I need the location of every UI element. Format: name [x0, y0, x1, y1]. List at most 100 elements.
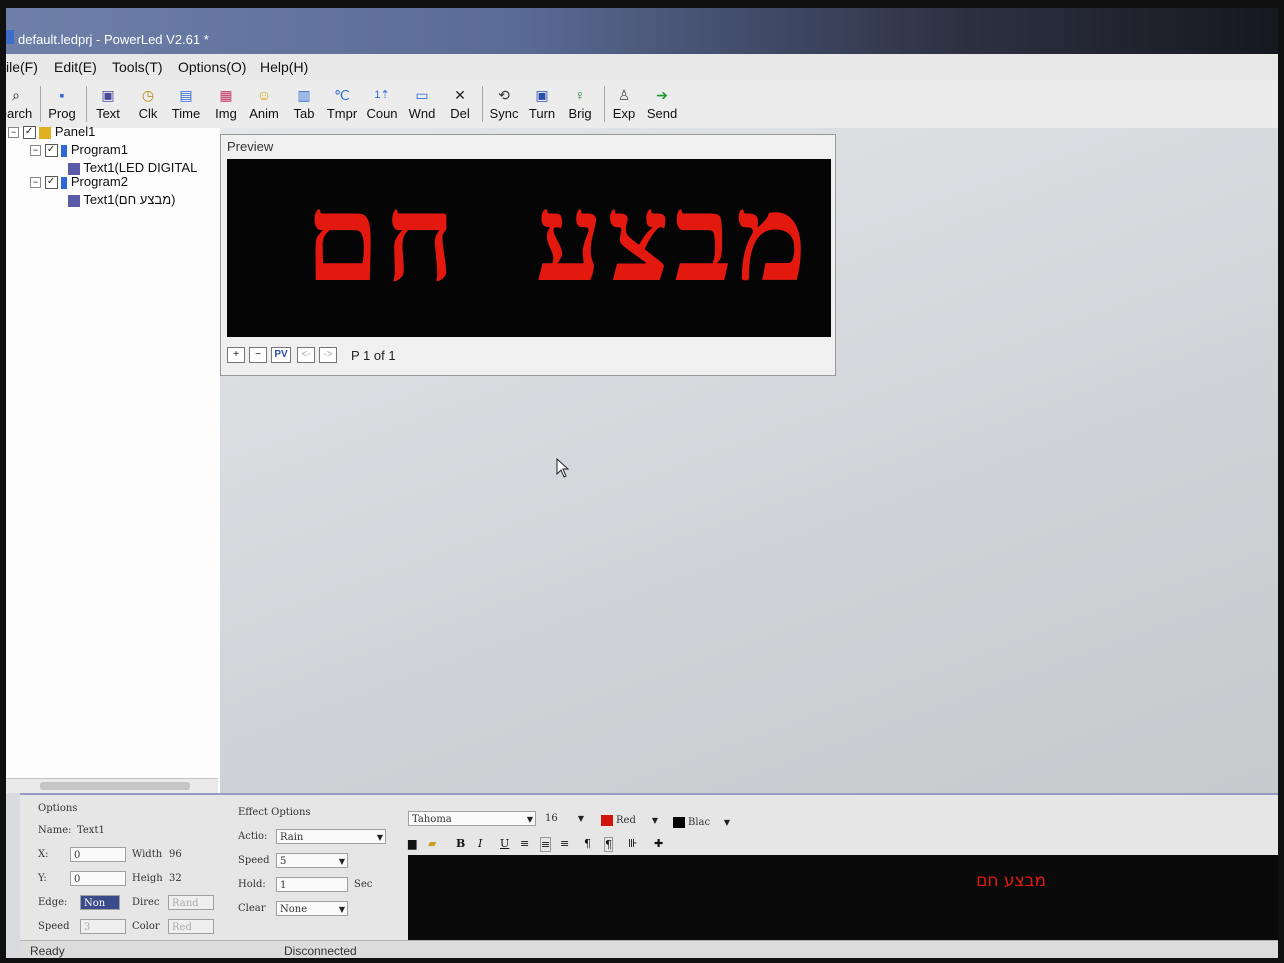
- search-icon: ⌕: [12, 87, 20, 103]
- animation-button[interactable]: ☺ Anim: [242, 80, 286, 126]
- brightness-icon: ♀: [574, 87, 586, 103]
- program-icon: ▪: [59, 87, 65, 103]
- animation-icon: ☺: [256, 87, 272, 103]
- text-icon: ▣: [101, 87, 115, 103]
- effect-speed-select[interactable]: 5 ▼: [276, 853, 348, 868]
- tree-item-panel[interactable]: − ✓ Panel1: [8, 124, 95, 140]
- chevron-down-icon: ▼: [338, 905, 345, 914]
- align-right-icon[interactable]: ≡: [560, 837, 569, 850]
- temperature-button[interactable]: ℃ Tmpr: [320, 80, 364, 126]
- page-indicator: P 1 of 1: [351, 348, 396, 363]
- title-bar[interactable]: default.ledprj - PowerLed V2.61 *: [6, 8, 1278, 54]
- chart-icon[interactable]: ⊪: [628, 837, 637, 850]
- width-field[interactable]: 96: [166, 847, 212, 862]
- color-swatch: [601, 815, 613, 826]
- tree-item-text1[interactable]: Text1(LED DIGITAL: [68, 160, 197, 175]
- brightness-button[interactable]: ♀ Brig: [558, 80, 602, 126]
- menu-options[interactable]: Options(O): [178, 59, 246, 75]
- name-field[interactable]: Text1: [74, 823, 214, 838]
- edge-select[interactable]: Non: [80, 895, 120, 910]
- text-color-select[interactable]: Red ▼: [598, 813, 660, 828]
- next-page-button[interactable]: ->: [319, 347, 337, 363]
- menu-file[interactable]: ile(F): [6, 59, 38, 75]
- zoom-in-button[interactable]: +: [227, 347, 245, 363]
- search-button[interactable]: ⌕earch: [6, 80, 38, 126]
- clear-select[interactable]: None ▼: [276, 901, 348, 916]
- window-title: default.ledprj - PowerLed V2.61 *: [18, 32, 209, 47]
- effect-options-title: Effect Options: [238, 807, 311, 818]
- tree-item-text1-hebrew[interactable]: Text1(מבצע חם): [68, 192, 175, 207]
- color-swatch: [673, 817, 685, 828]
- rtl-icon[interactable]: ¶: [584, 837, 591, 850]
- menu-help[interactable]: Help(H): [260, 59, 308, 75]
- y-label: Y:: [38, 873, 47, 884]
- led-text: מבצע חם: [305, 170, 811, 309]
- counter-icon: 1⇡: [374, 89, 390, 101]
- x-field[interactable]: 0: [70, 847, 126, 862]
- color-label: Color: [132, 921, 160, 932]
- options-title: Options: [38, 803, 78, 814]
- background-color-select[interactable]: Blac ▼: [670, 815, 732, 830]
- collapse-icon[interactable]: −: [8, 127, 19, 139]
- text-edit-content: מבצע חם: [976, 871, 1046, 891]
- pv-button[interactable]: PV: [271, 347, 291, 363]
- program-icon: [61, 176, 68, 189]
- menu-tools[interactable]: Tools(T): [112, 59, 163, 75]
- hold-field[interactable]: 1: [276, 877, 348, 892]
- effect-speed-label: Speed: [238, 855, 270, 866]
- prev-page-button[interactable]: <-: [297, 347, 315, 363]
- scrollbar-thumb[interactable]: [40, 782, 190, 790]
- collapse-icon[interactable]: −: [30, 145, 41, 157]
- chevron-down-icon: ▼: [338, 857, 345, 866]
- align-center-icon[interactable]: ≡: [540, 837, 552, 852]
- turn-icon: ▣: [535, 87, 549, 103]
- action-select[interactable]: Rain ▼: [276, 829, 386, 844]
- height-field[interactable]: 32: [166, 871, 212, 886]
- program-button[interactable]: ▪ Prog: [40, 80, 84, 126]
- text-button[interactable]: ▣ Text: [86, 80, 130, 126]
- open-folder-icon[interactable]: ▰: [428, 837, 436, 850]
- time-button[interactable]: ▤ Time: [164, 80, 208, 126]
- app-window: default.ledprj - PowerLed V2.61 * ile(F)…: [6, 8, 1278, 958]
- checkbox-icon[interactable]: ✓: [44, 176, 58, 190]
- tree-horizontal-scrollbar[interactable]: [6, 778, 218, 793]
- color-select[interactable]: Red: [168, 919, 214, 934]
- text-edit-area[interactable]: מבצע חם: [408, 855, 1278, 942]
- temperature-icon: ℃: [334, 87, 350, 103]
- checkbox-icon[interactable]: ✓: [22, 126, 36, 140]
- italic-icon[interactable]: I: [478, 837, 482, 850]
- chevron-down-icon: ▼: [526, 815, 533, 824]
- preview-window: Preview מבצע חם + − PV <- -> P 1 of 1: [220, 134, 836, 376]
- font-size-select[interactable]: 16 ▼: [542, 811, 586, 826]
- project-tree: − ✓ Panel1 − ✓ Program1 Text1(LED DIGITA…: [6, 124, 221, 793]
- chevron-down-icon: ▼: [577, 814, 584, 823]
- width-label: Width: [132, 849, 163, 860]
- counter-button[interactable]: 1⇡ Coun: [360, 80, 404, 126]
- menu-edit[interactable]: Edit(E): [54, 59, 97, 75]
- direction-select[interactable]: Rand: [168, 895, 214, 910]
- align-left-icon[interactable]: ≡: [520, 837, 529, 850]
- delete-button[interactable]: ✕ Del: [438, 80, 482, 126]
- checkbox-icon[interactable]: ✓: [44, 144, 58, 158]
- underline-icon[interactable]: U: [500, 837, 509, 850]
- window-icon: ▭: [415, 87, 429, 103]
- ltr-icon[interactable]: ¶: [604, 837, 613, 852]
- save-icon[interactable]: ▆: [408, 837, 416, 850]
- program-icon: [61, 144, 68, 157]
- collapse-icon[interactable]: −: [30, 177, 41, 189]
- bold-icon[interactable]: B: [456, 837, 465, 850]
- hold-unit: Sec: [354, 879, 373, 890]
- name-label: Name:: [38, 825, 72, 836]
- add-icon[interactable]: ✚: [654, 837, 663, 850]
- time-icon: ▤: [179, 87, 193, 103]
- send-icon: ➔: [656, 87, 668, 103]
- zoom-out-button[interactable]: −: [249, 347, 267, 363]
- speed-label: Speed: [38, 921, 70, 932]
- text-icon: [68, 162, 80, 175]
- font-select[interactable]: Tahoma ▼: [408, 811, 536, 826]
- send-button[interactable]: ➔ Send: [640, 80, 684, 126]
- tree-item-program2[interactable]: − ✓ Program2: [30, 174, 128, 190]
- y-field[interactable]: 0: [70, 871, 126, 886]
- speed-select[interactable]: 3: [80, 919, 126, 934]
- tree-item-program1[interactable]: − ✓ Program1: [30, 142, 128, 158]
